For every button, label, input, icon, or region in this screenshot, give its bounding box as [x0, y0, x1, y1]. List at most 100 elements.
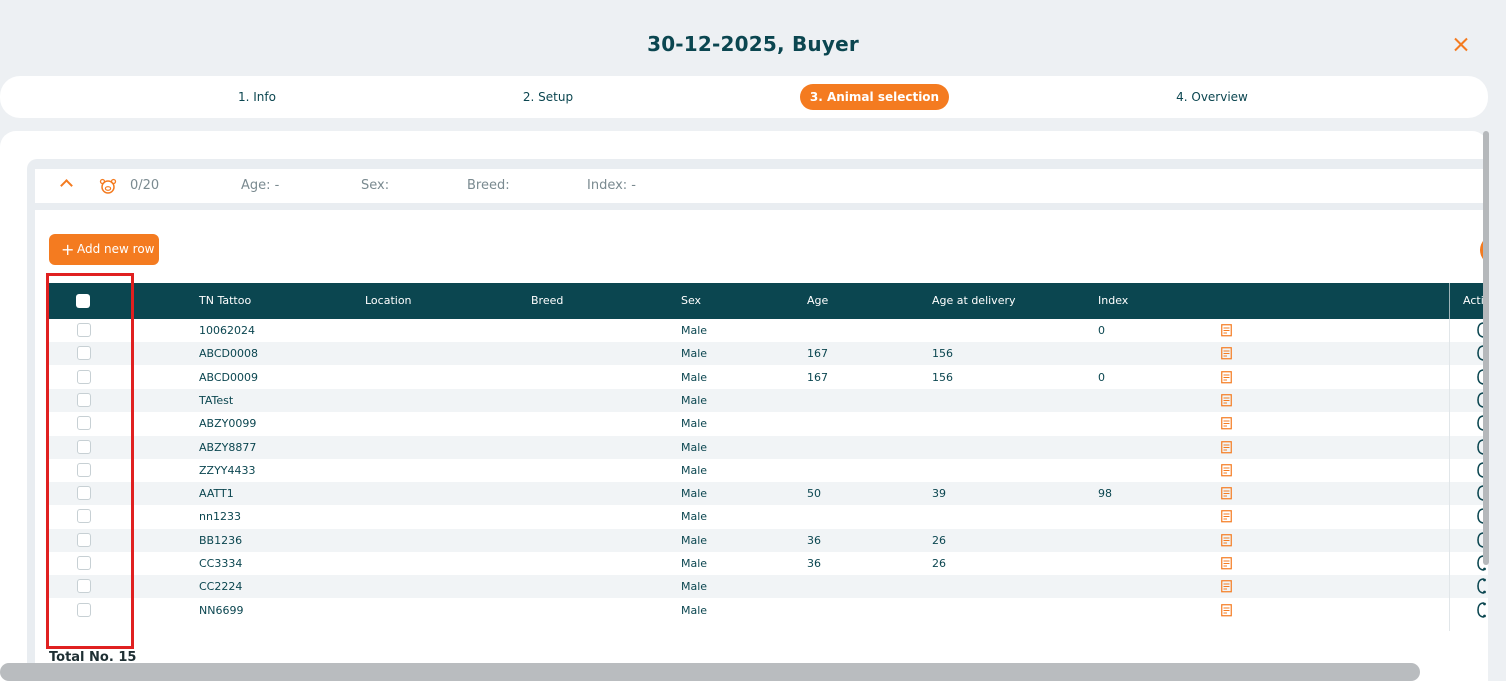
cell-tattoo: 10062024: [199, 324, 255, 337]
table-row[interactable]: ABZY0099 Male: [49, 412, 1488, 435]
row-checkbox[interactable]: [77, 323, 91, 337]
cell-age: 36: [807, 533, 821, 547]
row-checkbox[interactable]: [77, 439, 91, 454]
step-overview[interactable]: 4. Overview: [1157, 84, 1267, 110]
table-row[interactable]: TATest Male: [49, 388, 1488, 412]
vertical-scrollbar[interactable]: [1483, 131, 1489, 565]
row-checkbox[interactable]: [77, 556, 91, 570]
col-actions: Acti: [1463, 294, 1484, 307]
row-checkbox[interactable]: [77, 462, 91, 477]
cell-sex: Male: [681, 533, 708, 547]
note-icon[interactable]: [1221, 487, 1232, 500]
cell-age-at-delivery: 26: [932, 557, 946, 570]
cell-sex: Male: [681, 463, 708, 477]
cell-age-at-delivery: 156: [932, 347, 953, 361]
row-checkbox[interactable]: [77, 602, 91, 617]
group-frame: 0/20 Age: - Sex: Breed: Index: - + Add n…: [27, 159, 1488, 681]
note-icon[interactable]: [1221, 440, 1232, 454]
note-icon[interactable]: [1221, 394, 1232, 407]
cell-tattoo: AATT1: [199, 487, 234, 501]
table-row[interactable]: NN6699 Male: [49, 599, 1488, 622]
cell-sex: Male: [681, 347, 708, 361]
stepper: 1. Info 2. Setup 3. Animal selection 4. …: [0, 76, 1488, 118]
close-icon[interactable]: [1452, 36, 1470, 54]
row-checkbox[interactable]: [77, 416, 91, 431]
phone-icon[interactable]: [1477, 601, 1487, 618]
cell-sex: Male: [681, 417, 708, 431]
column-divider: [1449, 319, 1450, 631]
cell-sex: Male: [681, 487, 708, 501]
cell-tattoo: ABZY8877: [199, 440, 257, 454]
note-icon[interactable]: [1221, 370, 1232, 384]
cell-age: 167: [807, 347, 828, 361]
plus-icon: +: [61, 240, 75, 259]
cell-tattoo: BB1236: [199, 533, 243, 547]
group-age: Age: -: [241, 178, 280, 193]
cell-sex: Male: [681, 324, 708, 337]
chevron-up-icon[interactable]: [60, 179, 73, 192]
table-body: 10062024 Male 0 ABCD0008 Male 167 156 ABCD0009 M…: [49, 319, 1488, 631]
cell-tattoo: nn1233: [199, 510, 241, 524]
selection-count: 0/20: [130, 178, 160, 193]
note-icon[interactable]: [1221, 463, 1232, 477]
cell-age-at-delivery: 39: [932, 487, 946, 501]
row-checkbox[interactable]: [77, 346, 91, 361]
group-header: 0/20 Age: - Sex: Breed: Index: -: [35, 169, 1488, 203]
note-icon[interactable]: [1221, 324, 1232, 337]
table-row[interactable]: CC2224 Male: [49, 575, 1488, 599]
cell-tattoo: CC3334: [199, 557, 243, 570]
col-age[interactable]: Age: [807, 283, 828, 319]
phone-icon[interactable]: [1477, 578, 1487, 595]
col-breed[interactable]: Breed: [531, 283, 563, 319]
table-row[interactable]: AATT1 Male 50 39 98: [49, 482, 1488, 506]
step-animal-selection[interactable]: 3. Animal selection: [800, 84, 949, 110]
col-tattoo[interactable]: TN Tattoo: [199, 283, 251, 319]
horizontal-scrollbar[interactable]: [0, 663, 1420, 681]
table-row[interactable]: BB1236 Male 36 26: [49, 528, 1488, 552]
add-new-row-button[interactable]: + Add new row: [49, 234, 159, 265]
note-icon[interactable]: [1221, 533, 1232, 547]
table-row[interactable]: ZZYY4433 Male: [49, 459, 1488, 482]
table-row[interactable]: ABCD0009 Male 167 156 0: [49, 366, 1488, 389]
col-sex[interactable]: Sex: [681, 283, 701, 319]
step-info[interactable]: 1. Info: [207, 84, 307, 110]
table-row[interactable]: nn1233 Male: [49, 505, 1488, 528]
row-checkbox[interactable]: [77, 392, 91, 407]
note-icon[interactable]: [1221, 510, 1232, 523]
cell-index: 98: [1098, 487, 1112, 501]
note-icon[interactable]: [1221, 557, 1232, 570]
cell-sex: Male: [681, 370, 708, 384]
cell-tattoo: TATest: [199, 393, 234, 407]
cell-tattoo: ABCD0008: [199, 347, 259, 361]
note-icon[interactable]: [1221, 603, 1232, 617]
table-row[interactable]: ABZY8877 Male: [49, 435, 1488, 459]
row-checkbox[interactable]: [77, 486, 91, 501]
cell-age-at-delivery: 26: [932, 533, 946, 547]
table-area: + Add new row TN Tattoo Location Breed S…: [35, 210, 1488, 681]
row-checkbox[interactable]: [77, 532, 91, 547]
select-all-checkbox[interactable]: [76, 294, 90, 308]
cell-age: 36: [807, 557, 821, 570]
col-location[interactable]: Location: [365, 283, 412, 319]
col-index[interactable]: Index: [1098, 283, 1128, 319]
note-icon[interactable]: [1221, 347, 1232, 360]
cell-sex: Male: [681, 580, 708, 594]
table-header: TN Tattoo Location Breed Sex Age Age at …: [49, 283, 1488, 319]
cell-tattoo: ABCD0009: [199, 370, 259, 384]
cell-age: 50: [807, 487, 821, 501]
table-row[interactable]: 10062024 Male 0: [49, 319, 1488, 342]
table-row[interactable]: ABCD0008 Male 167 156: [49, 342, 1488, 366]
cell-tattoo: ABZY0099: [199, 417, 257, 431]
row-checkbox[interactable]: [77, 369, 91, 384]
note-icon[interactable]: [1221, 417, 1232, 430]
step-setup[interactable]: 2. Setup: [498, 84, 598, 110]
col-age-at-delivery[interactable]: Age at delivery: [932, 283, 1016, 319]
row-checkbox[interactable]: [77, 579, 91, 594]
cell-tattoo: CC2224: [199, 580, 243, 594]
group-breed: Breed:: [467, 178, 510, 193]
cell-sex: Male: [681, 510, 708, 524]
add-new-row-label: Add new row: [77, 242, 155, 256]
note-icon[interactable]: [1221, 580, 1232, 593]
table-row[interactable]: CC3334 Male 36 26: [49, 552, 1488, 575]
row-checkbox[interactable]: [77, 509, 91, 524]
